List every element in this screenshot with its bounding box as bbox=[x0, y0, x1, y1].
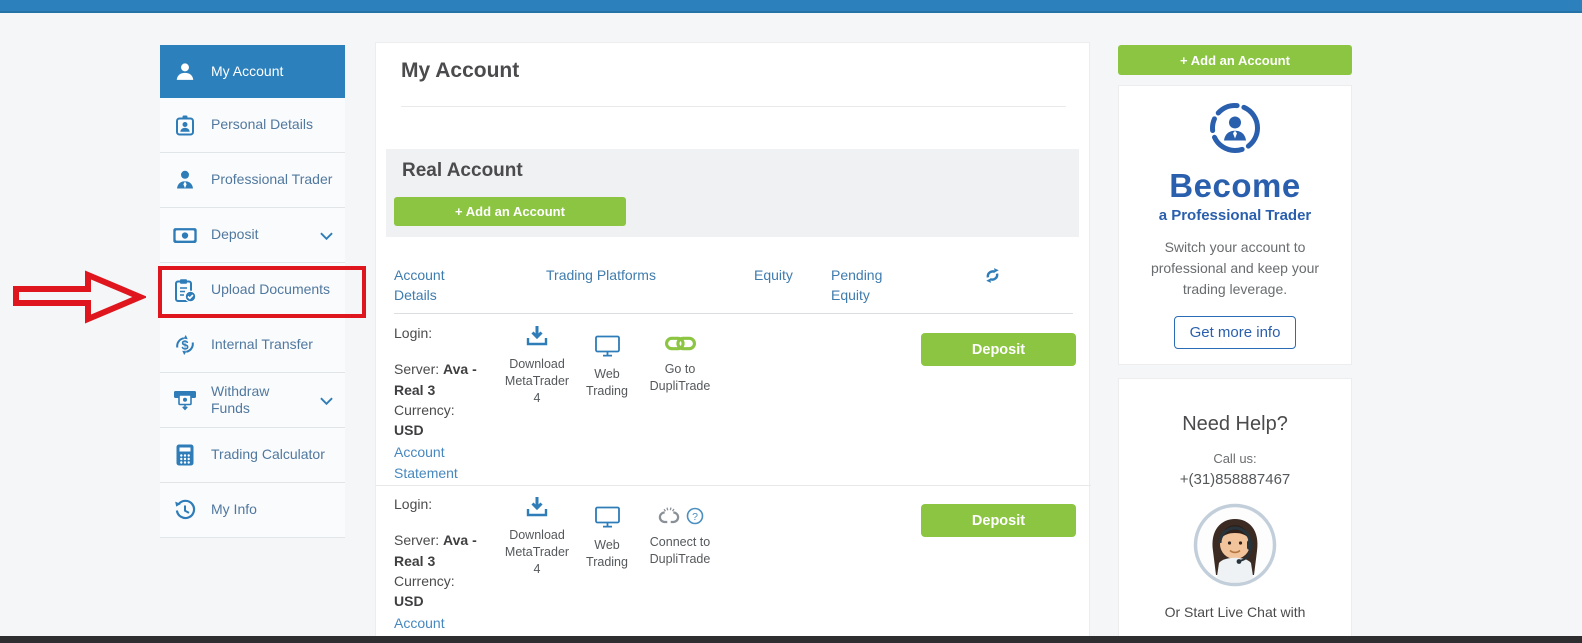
column-header-account-details: Account Details bbox=[394, 265, 456, 306]
trader-icon bbox=[172, 169, 198, 191]
section-title: Real Account bbox=[402, 160, 523, 182]
need-help-card: Need Help? Call us: +(31)858887467 bbox=[1118, 378, 1352, 640]
login-label: Login: bbox=[394, 323, 496, 343]
currency-value: USD bbox=[394, 593, 424, 609]
sidebar-item-label: My Account bbox=[211, 63, 283, 81]
broken-link-icon bbox=[656, 506, 682, 530]
currency-label: Currency: bbox=[394, 571, 496, 591]
sidebar-item-professional-trader[interactable]: Professional Trader bbox=[160, 153, 345, 208]
svg-text:?: ? bbox=[692, 510, 698, 522]
sidebar-item-upload-documents[interactable]: Upload Documents bbox=[160, 263, 345, 318]
sidebar-item-label: Internal Transfer bbox=[211, 336, 313, 354]
sidebar-item-label: Withdraw Funds bbox=[211, 383, 307, 418]
login-label: Login: bbox=[394, 494, 496, 514]
connect-to-duplitrade-link[interactable]: ? Connect to DupliTrade bbox=[638, 506, 722, 568]
sidebar-item-label: Professional Trader bbox=[211, 171, 332, 189]
platform-label: Web Trading bbox=[578, 366, 636, 400]
column-header-trading-platforms: Trading Platforms bbox=[546, 265, 656, 285]
platform-label: Download MetaTrader 4 bbox=[502, 527, 572, 578]
web-trading-link[interactable]: Web Trading bbox=[578, 506, 636, 571]
sidebar-item-deposit[interactable]: Deposit bbox=[160, 208, 345, 263]
withdraw-icon bbox=[172, 390, 198, 411]
bottom-window-edge bbox=[0, 636, 1582, 643]
column-header-pending-equity: Pending Equity bbox=[831, 265, 889, 306]
sidebar-item-my-info[interactable]: My Info bbox=[160, 483, 345, 538]
banknote-icon bbox=[172, 227, 198, 244]
account-row: Login: Server: Ava - Real 3 Currency: US… bbox=[376, 315, 1091, 486]
sidebar-item-internal-transfer[interactable]: $ Internal Transfer bbox=[160, 318, 345, 373]
phone-number: +(31)858887467 bbox=[1119, 471, 1351, 488]
upload-documents-icon bbox=[172, 278, 198, 303]
download-metatrader-link[interactable]: Download MetaTrader 4 bbox=[502, 496, 572, 578]
platform-label: Go to DupliTrade bbox=[638, 361, 722, 395]
call-us-label: Call us: bbox=[1119, 451, 1351, 466]
sidebar-item-label: Upload Documents bbox=[211, 281, 330, 299]
pro-card-subtitle: a Professional Trader bbox=[1119, 207, 1351, 224]
go-to-duplitrade-link[interactable]: Go to DupliTrade bbox=[638, 335, 722, 395]
download-metatrader-link[interactable]: Download MetaTrader 4 bbox=[502, 325, 572, 407]
account-sidebar: My Account Personal Details Professional… bbox=[160, 45, 345, 538]
calculator-icon bbox=[172, 443, 198, 467]
refresh-icon[interactable] bbox=[984, 267, 1001, 289]
sidebar-item-personal-details[interactable]: Personal Details bbox=[160, 98, 345, 153]
live-chat-text: Or Start Live Chat with bbox=[1119, 604, 1351, 620]
right-panel: + Add an Account Become a Professional T… bbox=[1118, 45, 1352, 640]
account-statement-link[interactable]: Account Statement bbox=[394, 442, 496, 483]
divider bbox=[401, 106, 1066, 107]
monitor-icon bbox=[594, 346, 621, 360]
add-account-button[interactable]: + Add an Account bbox=[1118, 45, 1352, 75]
pro-card-title: Become bbox=[1119, 167, 1351, 205]
chevron-down-icon bbox=[320, 227, 333, 243]
account-details-cell: Login: Server: Ava - Real 3 Currency: US… bbox=[394, 494, 496, 643]
deposit-button[interactable]: Deposit bbox=[921, 333, 1076, 366]
pro-card-description: Switch your account to professional and … bbox=[1135, 237, 1335, 300]
monitor-icon bbox=[594, 517, 621, 531]
account-details-cell: Login: Server: Ava - Real 3 Currency: US… bbox=[394, 323, 496, 483]
question-icon[interactable]: ? bbox=[686, 507, 704, 530]
professional-badge-icon bbox=[1207, 143, 1263, 160]
platform-label: Web Trading bbox=[578, 537, 636, 571]
platform-label: Download MetaTrader 4 bbox=[502, 356, 572, 407]
money-transfer-icon: $ bbox=[172, 333, 198, 357]
server-line: Server: Ava - Real 3 bbox=[394, 359, 496, 400]
professional-trader-card: Become a Professional Trader Switch your… bbox=[1118, 85, 1352, 365]
id-card-icon bbox=[172, 114, 198, 137]
server-line: Server: Ava - Real 3 bbox=[394, 530, 496, 571]
sidebar-item-label: My Info bbox=[211, 501, 257, 519]
column-header-equity: Equity bbox=[754, 265, 793, 285]
divider bbox=[394, 313, 1073, 314]
get-more-info-button[interactable]: Get more info bbox=[1174, 316, 1297, 349]
page-title: My Account bbox=[401, 59, 519, 83]
sidebar-item-label: Deposit bbox=[211, 226, 258, 244]
help-title: Need Help? bbox=[1119, 379, 1351, 436]
platform-label: Connect to DupliTrade bbox=[638, 534, 722, 568]
add-account-button[interactable]: + Add an Account bbox=[394, 197, 626, 226]
deposit-button[interactable]: Deposit bbox=[921, 504, 1076, 537]
sidebar-item-trading-calculator[interactable]: Trading Calculator bbox=[160, 428, 345, 483]
chevron-down-icon bbox=[320, 392, 333, 408]
user-icon bbox=[172, 61, 198, 83]
real-account-section: Real Account + Add an Account bbox=[386, 149, 1079, 237]
sidebar-item-my-account[interactable]: My Account bbox=[160, 45, 345, 98]
web-trading-link[interactable]: Web Trading bbox=[578, 335, 636, 400]
history-icon bbox=[172, 499, 198, 521]
sidebar-item-withdraw-funds[interactable]: Withdraw Funds bbox=[160, 373, 345, 428]
sidebar-item-label: Trading Calculator bbox=[211, 446, 325, 464]
my-account-panel: My Account Real Account + Add an Account… bbox=[375, 42, 1090, 643]
chain-link-icon bbox=[665, 341, 696, 355]
currency-value: USD bbox=[394, 422, 424, 438]
red-arrow-annotation bbox=[12, 268, 146, 331]
top-blue-bar bbox=[0, 0, 1582, 13]
currency-label: Currency: bbox=[394, 400, 496, 420]
support-agent-avatar bbox=[1119, 503, 1351, 592]
download-icon bbox=[525, 507, 549, 521]
account-row: Login: Server: Ava - Real 3 Currency: US… bbox=[376, 486, 1091, 643]
sidebar-item-label: Personal Details bbox=[211, 116, 313, 134]
download-icon bbox=[525, 336, 549, 350]
